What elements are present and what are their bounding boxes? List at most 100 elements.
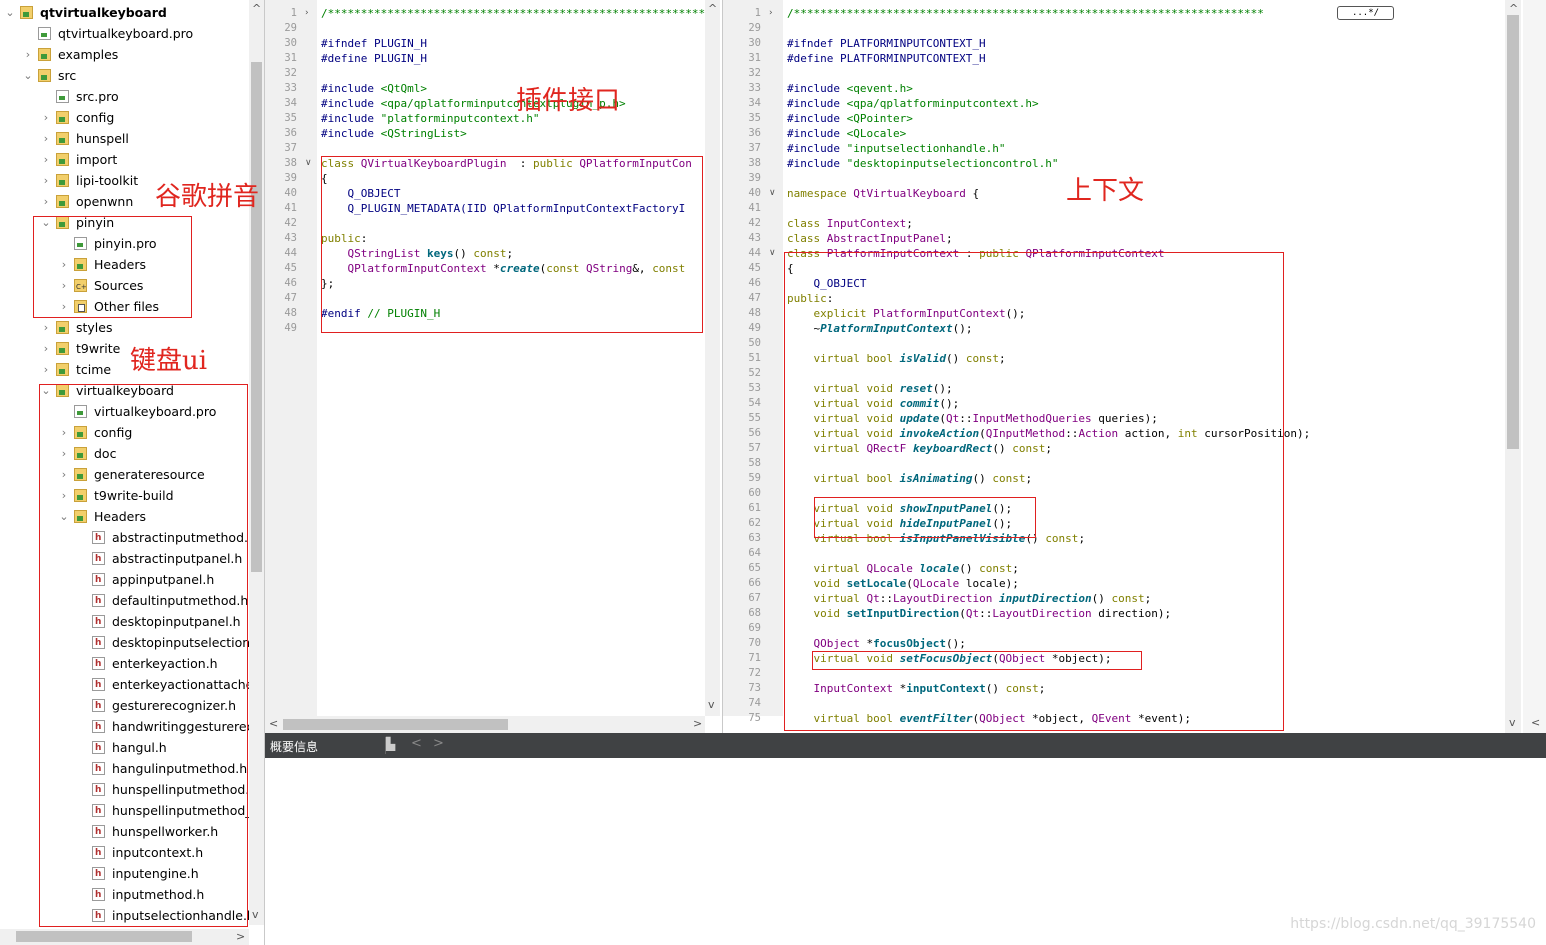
previous-arrow-icon[interactable]: <: [411, 736, 422, 751]
folder-icon: [56, 342, 69, 355]
code-line[interactable]: #include <QStringList>: [321, 126, 467, 141]
tree-item-label: openwnn: [76, 194, 134, 209]
line-number: 48: [284, 307, 297, 319]
code-line[interactable]: class InputContext;: [787, 216, 913, 231]
editor-vertical-scrollbar[interactable]: ^ v: [705, 0, 720, 716]
folder-icon: [56, 153, 69, 166]
code-line[interactable]: #ifndef PLUGIN_H: [321, 36, 427, 51]
code-line[interactable]: #define PLATFORMINPUTCONTEXT_H: [787, 51, 986, 66]
line-number: 29: [748, 22, 761, 34]
line-number: 46: [748, 277, 761, 289]
line-number: 38: [284, 157, 297, 169]
folded-comment-badge[interactable]: ...*/: [1337, 6, 1394, 20]
code-line[interactable]: #include <QtQml>: [321, 81, 427, 96]
tree-horizontal-scrollbar-thumb[interactable]: [16, 931, 192, 942]
scrollbar-thumb[interactable]: [283, 719, 508, 730]
code-line[interactable]: #include <QLocale>: [787, 126, 906, 141]
code-line[interactable]: #include <qpa/qplatforminputcontext.h>: [787, 96, 1039, 111]
filter-icon[interactable]: ▙: [386, 737, 395, 751]
line-number: 41: [284, 202, 297, 214]
output-pane-title[interactable]: 概要信息: [270, 738, 318, 755]
set-focus-object-highlight-box: [812, 651, 1142, 670]
line-number: 54: [748, 397, 761, 409]
line-number: 55: [748, 412, 761, 424]
tree-item-label: lipi-toolkit: [76, 173, 139, 188]
line-number: 29: [284, 22, 297, 34]
annotation-plugin-interface: 插件接口: [516, 86, 621, 116]
scroll-right-arrow-icon[interactable]: >: [693, 717, 702, 730]
scroll-left-arrow-icon[interactable]: <: [269, 717, 278, 730]
chevron-right-icon[interactable]: ›: [769, 8, 773, 18]
line-number: 61: [748, 502, 761, 514]
chevron-right-icon[interactable]: ›: [40, 170, 52, 191]
line-number: 33: [284, 82, 297, 94]
chevron-down-icon[interactable]: ∨: [769, 248, 776, 258]
scroll-up-arrow-icon[interactable]: ^: [252, 2, 261, 15]
scroll-down-arrow-icon[interactable]: v: [252, 908, 259, 921]
scroll-right-arrow-icon[interactable]: >: [236, 930, 245, 943]
annotation-context: 上下文: [1066, 176, 1145, 206]
code-line[interactable]: #include <QPointer>: [787, 111, 913, 126]
line-number: 47: [284, 292, 297, 304]
line-number: 69: [748, 622, 761, 634]
line-number: 32: [284, 67, 297, 79]
code-line[interactable]: #include "platforminputcontext.h": [321, 111, 540, 126]
code-line[interactable]: #ifndef PLATFORMINPUTCONTEXT_H: [787, 36, 986, 51]
code-line[interactable]: /***************************************…: [321, 6, 720, 21]
code-line[interactable]: #include "desktopinputselectioncontrol.h…: [787, 156, 1059, 171]
chevron-right-icon[interactable]: ›: [40, 107, 52, 128]
chevron-down-icon[interactable]: ⌄: [4, 2, 16, 23]
watermark: https://blog.csdn.net/qq_39175540: [1290, 916, 1536, 932]
line-number: 49: [748, 322, 761, 334]
line-number: 42: [284, 217, 297, 229]
line-number: 40: [284, 187, 297, 199]
chevron-down-icon[interactable]: ∨: [305, 158, 312, 168]
line-number: 31: [748, 52, 761, 64]
code-line[interactable]: class AbstractInputPanel;: [787, 231, 953, 246]
code-line[interactable]: #include "inputselectionhandle.h": [787, 141, 1006, 156]
line-number: 67: [748, 592, 761, 604]
input-panel-methods-highlight-box: [814, 497, 1036, 538]
tree-scrollbar-thumb[interactable]: [251, 62, 262, 572]
line-number: 38: [748, 157, 761, 169]
chevron-right-icon[interactable]: ›: [40, 338, 52, 359]
chevron-down-icon[interactable]: ∨: [769, 188, 776, 198]
scroll-up-arrow-icon[interactable]: ^: [1509, 2, 1518, 15]
pro-file-icon: [38, 27, 51, 40]
chevron-right-icon[interactable]: ›: [22, 44, 34, 65]
line-number: 53: [748, 382, 761, 394]
scrollbar-thumb[interactable]: [1507, 15, 1519, 449]
chevron-right-icon[interactable]: ›: [40, 149, 52, 170]
tree-item-label: qtvirtualkeyboard: [40, 5, 167, 20]
tree-item-label: examples: [58, 47, 119, 62]
next-arrow-icon[interactable]: >: [433, 736, 444, 751]
code-line[interactable]: #define PLUGIN_H: [321, 51, 427, 66]
code-line[interactable]: namespace QtVirtualKeyboard {: [787, 186, 979, 201]
code-line[interactable]: #include <qevent.h>: [787, 81, 913, 96]
scroll-down-arrow-icon[interactable]: v: [708, 698, 715, 711]
chevron-right-icon[interactable]: ›: [40, 128, 52, 149]
line-number: 51: [748, 352, 761, 364]
line-number: 59: [748, 472, 761, 484]
line-number: 34: [284, 97, 297, 109]
line-number: 50: [748, 337, 761, 349]
line-number: 36: [284, 127, 297, 139]
scroll-left-arrow-icon[interactable]: <: [1531, 716, 1540, 729]
chevron-right-icon[interactable]: ›: [40, 191, 52, 212]
chevron-right-icon[interactable]: ›: [305, 8, 309, 18]
folder-icon: [56, 321, 69, 334]
chevron-down-icon[interactable]: ⌄: [22, 65, 34, 86]
scroll-down-arrow-icon[interactable]: v: [1509, 716, 1516, 729]
line-number: 74: [748, 697, 761, 709]
editor-horizontal-scrollbar[interactable]: < >: [265, 716, 705, 733]
code-line[interactable]: /***************************************…: [787, 6, 1264, 21]
editor-plugin-h[interactable]: 1 › /*************************************…: [265, 0, 720, 733]
line-number: 33: [748, 82, 761, 94]
editor-vertical-scrollbar[interactable]: ^ v: [1505, 0, 1521, 733]
chevron-right-icon[interactable]: ›: [40, 317, 52, 338]
folder-icon: [56, 132, 69, 145]
tree-item-label: t9write: [76, 341, 121, 356]
scroll-up-arrow-icon[interactable]: ^: [708, 2, 717, 15]
chevron-right-icon[interactable]: ›: [40, 359, 52, 380]
folder-icon: [56, 174, 69, 187]
